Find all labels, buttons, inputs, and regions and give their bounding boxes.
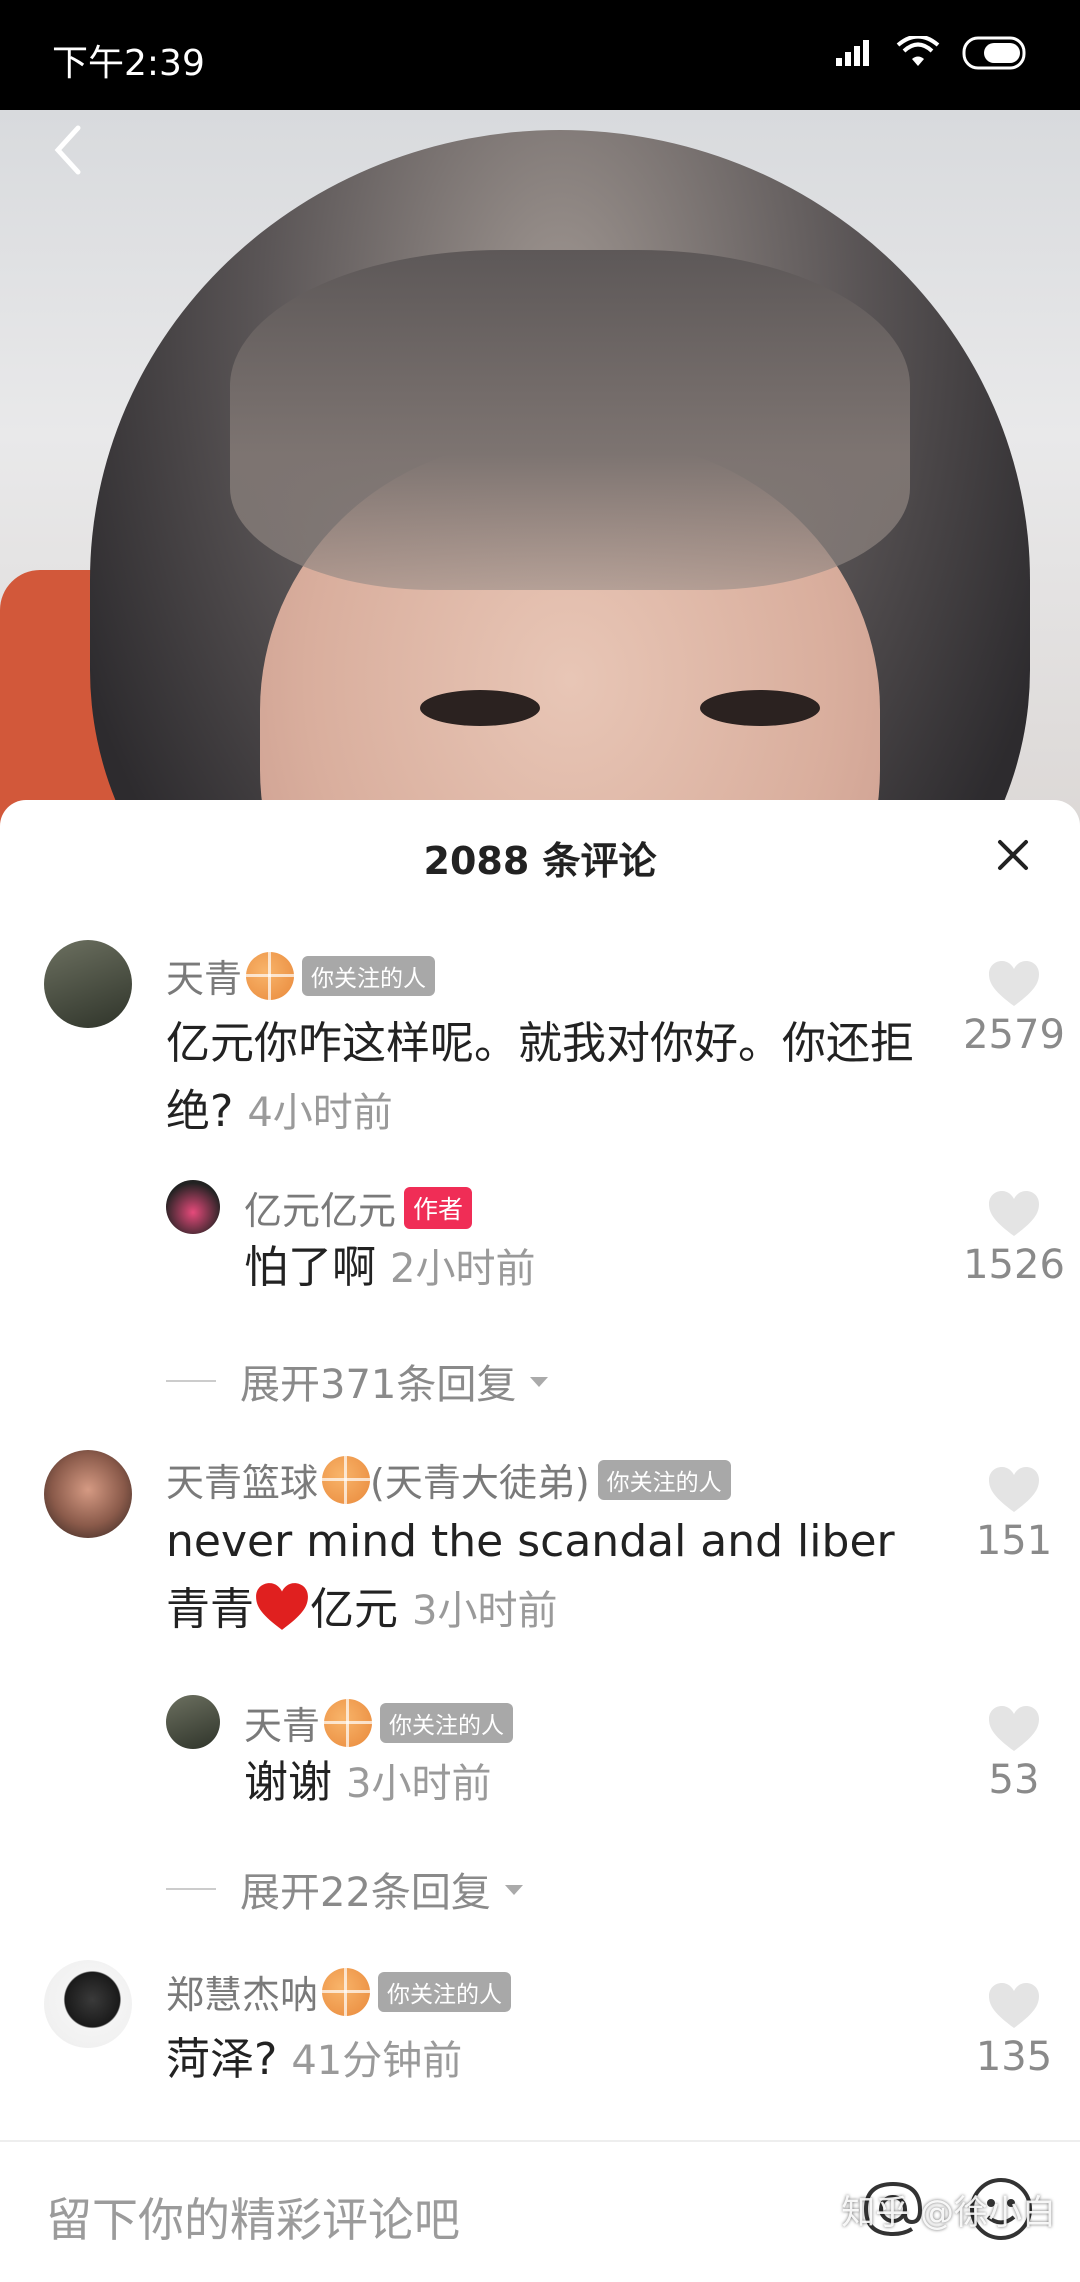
heart-icon <box>989 961 1039 1006</box>
like-count: 2579 <box>963 1012 1065 1058</box>
like-count: 1526 <box>963 1242 1065 1288</box>
comment-username[interactable]: 天青 <box>166 948 242 1003</box>
reply-username[interactable]: 天青 <box>244 1695 320 1750</box>
expand-replies-button[interactable]: 展开22条回复 <box>166 1860 527 1918</box>
comments-count-title: 2088 条评论 <box>423 839 657 883</box>
reply-time: 3小时前 <box>346 1761 492 1807</box>
close-icon[interactable] <box>988 830 1038 880</box>
comment-username[interactable]: 天青篮球 <box>166 1452 318 1507</box>
like-button[interactable]: 135 <box>954 1982 1074 2080</box>
comment-username-suffix: (天青大徒弟) <box>370 1461 590 1505</box>
comment-time: 4小时前 <box>247 1090 393 1136</box>
reply-body: 谢谢 <box>244 1757 332 1808</box>
heart-icon <box>989 1706 1039 1751</box>
avatar[interactable] <box>166 1695 220 1749</box>
back-icon[interactable] <box>44 120 94 180</box>
reply-time: 2小时前 <box>390 1246 536 1292</box>
signal-icon <box>836 40 869 66</box>
reply-text: 怕了啊 2小时前 <box>244 1234 924 1303</box>
video-subject-eye <box>420 690 540 726</box>
heart-icon <box>989 1983 1039 2028</box>
comment-time: 3小时前 <box>412 1588 558 1634</box>
avatar[interactable] <box>44 940 132 1028</box>
heart-icon <box>989 1191 1039 1236</box>
status-time: 下午2:39 <box>52 43 205 84</box>
comments-sheet: 2088 条评论 天青 你关注的人 亿元你咋这样呢。就我对你好。你还拒绝? 4小… <box>0 800 1080 2280</box>
divider-line <box>166 1380 216 1382</box>
basketball-icon <box>322 1455 371 1504</box>
comment-time: 41分钟前 <box>291 2038 463 2084</box>
comment-body-line2: 青青 <box>166 1584 254 1635</box>
like-count: 151 <box>975 1518 1053 1564</box>
like-button[interactable]: 2579 <box>954 960 1074 1058</box>
video-frame[interactable] <box>0 110 1080 830</box>
following-badge: 你关注的人 <box>378 1971 512 2012</box>
avatar[interactable] <box>166 1180 220 1234</box>
heart-icon <box>989 1467 1039 1512</box>
comment-text: 菏泽? 41分钟前 <box>166 2026 926 2095</box>
like-button[interactable]: 151 <box>954 1466 1074 1564</box>
wifi-icon <box>896 36 940 66</box>
status-icons <box>834 36 1030 70</box>
red-heart-icon <box>256 1583 308 1630</box>
triangle-down-icon <box>504 1885 523 1895</box>
comment-input[interactable]: 留下你的精彩评论吧 <box>46 2184 460 2250</box>
reply-body: 怕了啊 <box>244 1242 376 1293</box>
divider-line <box>166 1888 216 1890</box>
like-count: 135 <box>975 2034 1053 2080</box>
reply-text: 谢谢 3小时前 <box>244 1749 924 1818</box>
following-badge: 你关注的人 <box>597 1459 731 1500</box>
comment-username-row: 天青 你关注的人 <box>166 948 436 1003</box>
status-bar: 下午2:39 <box>0 0 1080 110</box>
reply-username-row: 亿元亿元 作者 <box>244 1180 473 1235</box>
basketball-icon <box>322 1967 371 2016</box>
like-button[interactable]: 1526 <box>954 1190 1074 1288</box>
expand-replies-button[interactable]: 展开371条回复 <box>166 1352 552 1410</box>
video-subject-eye <box>700 690 820 726</box>
comment-username[interactable]: 郑慧杰呐 <box>166 1964 318 2019</box>
like-button[interactable]: 53 <box>954 1705 1074 1803</box>
battery-icon <box>962 36 1026 70</box>
comment-body-line2-end: 亿元 <box>310 1584 398 1635</box>
comment-username-row: 郑慧杰呐 你关注的人 <box>166 1964 512 2019</box>
expand-replies-label: 展开22条回复 <box>240 1870 491 1916</box>
expand-replies-label: 展开371条回复 <box>240 1362 517 1408</box>
reply-username-row: 天青 你关注的人 <box>244 1695 514 1750</box>
comment-username-row: 天青篮球 (天青大徒弟) 你关注的人 <box>166 1452 731 1507</box>
watermark: 知乎 @徐小白 <box>841 2193 1056 2233</box>
like-count: 53 <box>988 1757 1040 1803</box>
comment-body: never mind the scandal and liber <box>166 1516 895 1567</box>
comment-body: 菏泽? <box>166 2034 278 2085</box>
avatar[interactable] <box>44 1450 132 1538</box>
comment-text: 亿元你咋这样呢。就我对你好。你还拒绝? 4小时前 <box>166 1010 926 1147</box>
avatar[interactable] <box>44 1960 132 2048</box>
video-subject-bangs <box>230 250 910 590</box>
following-badge: 你关注的人 <box>380 1702 514 1743</box>
following-badge: 你关注的人 <box>302 955 436 996</box>
basketball-icon <box>246 951 295 1000</box>
reply-username[interactable]: 亿元亿元 <box>244 1180 396 1235</box>
basketball-icon <box>324 1698 373 1747</box>
comment-text: never mind the scandal and liber 青青 亿元 3小… <box>166 1508 946 1645</box>
author-badge: 作者 <box>404 1186 473 1229</box>
triangle-down-icon <box>530 1377 549 1387</box>
